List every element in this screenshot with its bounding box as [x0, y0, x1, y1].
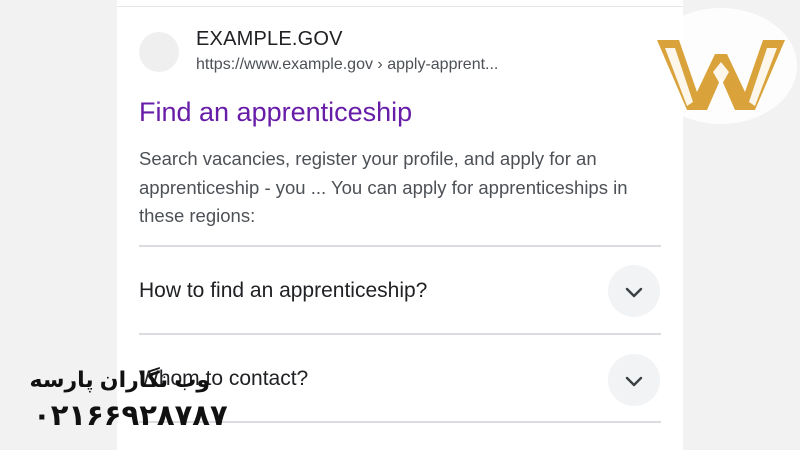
result-site-name: EXAMPLE.GOV	[196, 28, 343, 50]
faq-divider	[139, 245, 661, 247]
watermark-brand-name: وب نگاران پارسه	[29, 367, 210, 392]
result-title-link[interactable]: Find an apprenticeship	[139, 97, 412, 128]
chevron-down-icon	[625, 376, 643, 387]
expand-button[interactable]	[608, 354, 660, 406]
result-url[interactable]: https://www.example.gov › apply-apprent.…	[196, 56, 498, 74]
expand-button[interactable]	[608, 265, 660, 317]
card-top-divider	[117, 0, 683, 7]
faq-divider	[139, 333, 661, 335]
faq-question[interactable]: How to find an apprenticeship?	[139, 279, 427, 303]
result-snippet: Search vacancies, register your profile,…	[139, 148, 628, 226]
site-favicon	[139, 32, 179, 72]
watermark-phone-number: ۰۲۱۶۶۹۲۸۷۸۷	[33, 400, 228, 432]
chevron-down-icon	[625, 287, 643, 298]
brand-logo	[645, 8, 797, 124]
